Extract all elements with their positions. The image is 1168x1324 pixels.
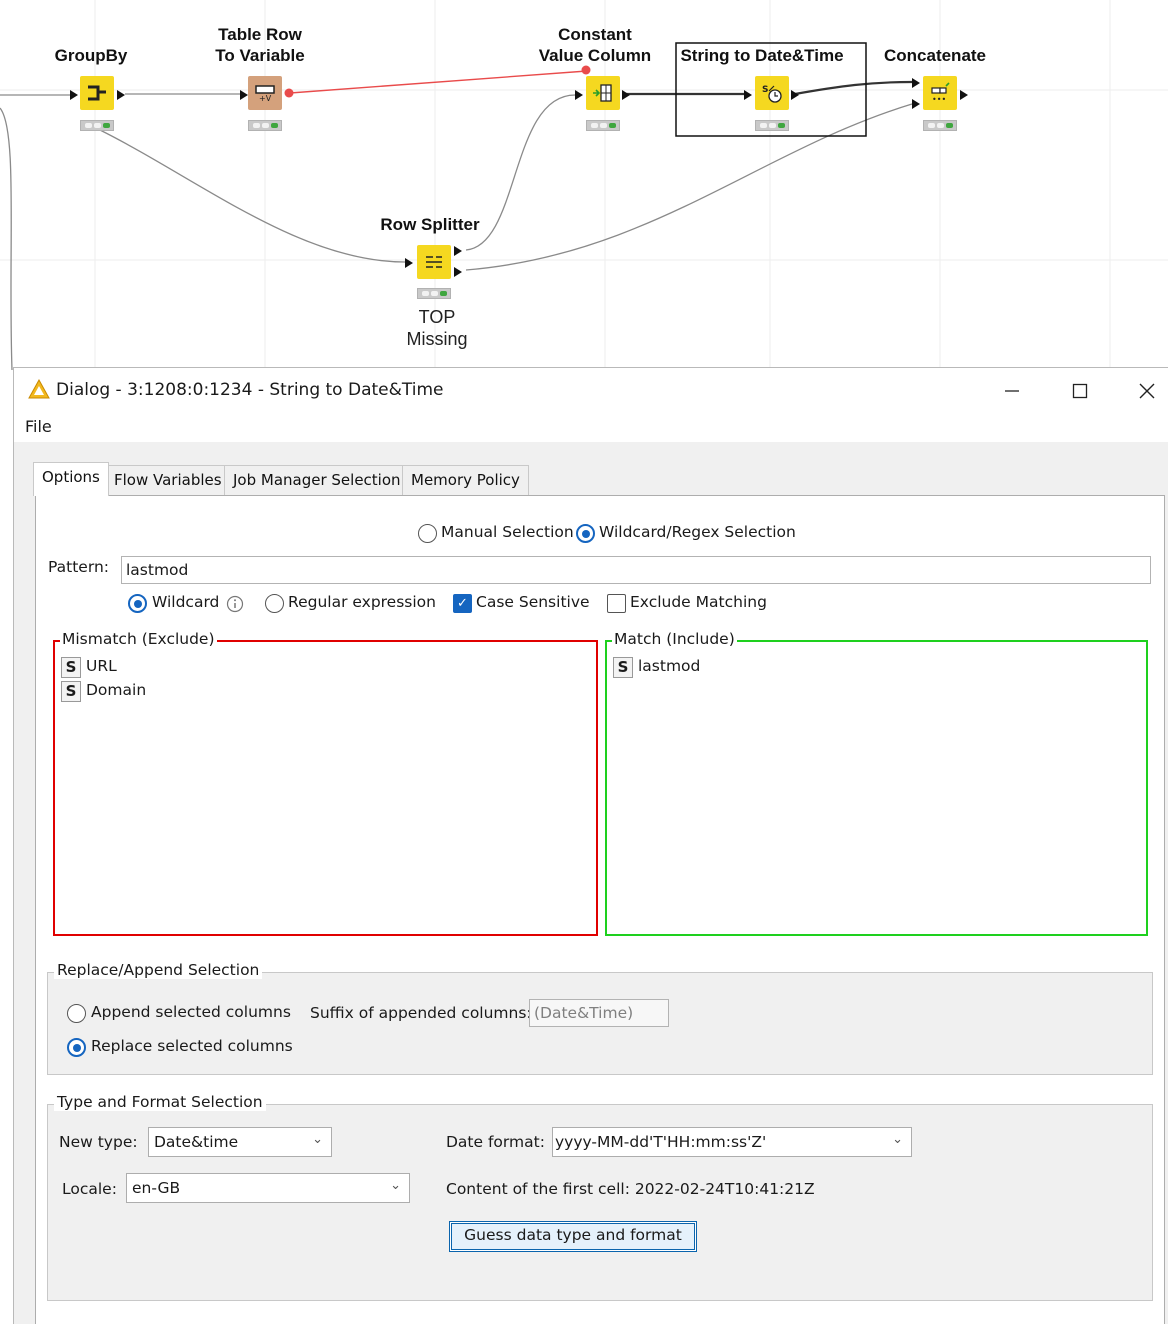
locale-label: Locale: [62,1180,117,1198]
node-annotation-row-splitter[interactable]: TOP Missing [380,306,494,350]
exclude-list[interactable]: Mismatch (Exclude) S URL S Domain [53,630,598,936]
new-type-label: New type: [59,1133,138,1151]
date-format-label: Date format: [446,1133,545,1151]
connection-groupby-rowsplitter [99,129,406,263]
wildcard-regex-selection-label: Wildcard/Regex Selection [599,523,796,541]
chevron-down-icon: ⌄ [892,1132,903,1147]
tab-job-manager-selection[interactable]: Job Manager Selection [224,465,410,495]
warning-icon [28,379,50,399]
row-splitter-icon[interactable] [417,245,451,279]
locale-select[interactable]: en-GB ⌄ [126,1173,410,1203]
date-format-value: yyyy-MM-dd'T'HH:mm:ss'Z' [555,1133,767,1151]
string-type-icon: S [61,681,81,702]
wildcard-radio[interactable] [128,594,147,613]
replace-columns-radio[interactable] [67,1038,86,1057]
replace-append-title: Replace/Append Selection [54,961,263,979]
wildcard-label: Wildcard [152,593,220,611]
column-name: Domain [86,681,147,699]
node-status-string-to-datetime [755,120,789,131]
include-list[interactable]: Match (Include) Slastmod [605,630,1148,936]
type-format-title: Type and Format Selection [54,1093,266,1111]
dialog-titlebar[interactable]: Dialog - 3:1208:0:1234 - String to Date&… [14,368,1168,413]
date-format-select[interactable]: yyyy-MM-dd'T'HH:mm:ss'Z' ⌄ [552,1127,912,1157]
constant-value-column-icon[interactable] [586,76,620,110]
flow-variable-port-out [284,88,294,98]
regular-expression-radio[interactable] [265,594,284,613]
node-label-concatenate: Concatenate [883,46,987,65]
node-label-row-splitter: Row Splitter [380,215,480,234]
options-panel: Manual Selection Wildcard/Regex Selectio… [35,495,1165,1324]
append-columns-label: Append selected columns [91,1003,291,1021]
guess-type-format-button[interactable]: Guess data type and format [449,1221,697,1252]
node-status-constant-value-column [586,120,620,131]
list-item[interactable]: S URL [61,657,117,679]
exclude-matching-label: Exclude Matching [630,593,767,611]
svg-text:S: S [762,85,768,95]
new-type-value: Date&time [154,1133,239,1151]
wildcard-regex-selection-radio[interactable] [576,524,595,543]
column-name: lastmod [638,657,701,675]
node-status-row-splitter [417,288,451,299]
append-columns-radio[interactable] [67,1004,86,1023]
exclude-matching-checkbox[interactable] [607,594,626,613]
pattern-label: Pattern: [48,558,109,576]
concatenate-icon[interactable]: ••• [923,76,957,110]
first-cell-content: Content of the first cell: 2022-02-24T10… [446,1180,815,1198]
minimize-icon [1005,389,1019,392]
list-item[interactable]: Slastmod [613,657,700,679]
menu-bar: File [14,413,1168,442]
suffix-label: Suffix of appended columns: [310,1004,532,1022]
exclude-list-title: Mismatch (Exclude) [60,630,217,648]
tab-flow-variables[interactable]: Flow Variables [105,465,231,495]
dialog-title: Dialog - 3:1208:0:1234 - String to Date&… [56,380,444,400]
type-format-section: Type and Format Selection New type: Date… [47,1093,1153,1301]
node-label-constant-value-column: Constant Value Column [538,25,652,65]
chevron-down-icon: ⌄ [390,1178,401,1193]
list-item[interactable]: S Domain [61,681,146,703]
manual-selection-radio[interactable] [418,524,437,543]
maximize-icon [1072,383,1088,398]
string-to-datetime-icon[interactable]: S [755,76,789,110]
minimize-button[interactable] [984,368,1040,413]
locale-value: en-GB [132,1179,181,1197]
node-label-table-row-to-variable: Table Row To Variable [215,25,305,65]
replace-columns-label: Replace selected columns [91,1037,293,1055]
pattern-input[interactable]: lastmod [121,556,1151,584]
include-list-title: Match (Include) [612,630,737,648]
string-type-icon: S [613,657,633,678]
maximize-button[interactable] [1052,368,1108,413]
svg-text:+V: +V [259,94,272,102]
node-status-concatenate [923,120,957,131]
column-name: URL [86,657,117,675]
close-button[interactable] [1124,368,1168,413]
info-icon[interactable] [226,595,244,613]
node-status-groupby [80,120,114,131]
node-label-string-to-datetime: String to Date&Time [680,46,844,65]
chevron-down-icon: ⌄ [312,1132,323,1147]
close-icon [1139,383,1154,398]
node-label-groupby: GroupBy [54,46,128,65]
suffix-input[interactable]: (Date&Time) [529,999,669,1027]
connection-stringdt-concatenate [794,80,913,96]
node-dialog: Dialog - 3:1208:0:1234 - String to Date&… [13,367,1168,1324]
manual-selection-label: Manual Selection [441,523,574,541]
case-sensitive-label: Case Sensitive [476,593,590,611]
menu-file[interactable]: File [25,417,52,436]
case-sensitive-checkbox[interactable]: ✓ [453,594,472,613]
tab-options[interactable]: Options [33,462,109,496]
replace-append-section: Replace/Append Selection Append selected… [47,961,1153,1075]
regular-expression-label: Regular expression [288,593,436,611]
string-type-icon: S [61,657,81,678]
new-type-select[interactable]: Date&time ⌄ [148,1127,332,1157]
workflow-canvas[interactable]: GroupBy Table Row To Variable +V Constan… [0,0,1168,370]
connection-left-down [0,107,13,370]
svg-text:•••: ••• [932,95,946,104]
groupby-icon[interactable] [80,76,114,110]
node-status-table-row-to-variable [248,120,282,131]
table-row-to-variable-icon[interactable]: +V [248,76,282,110]
tab-memory-policy[interactable]: Memory Policy [402,465,529,495]
flow-variable-port-in [581,65,591,75]
